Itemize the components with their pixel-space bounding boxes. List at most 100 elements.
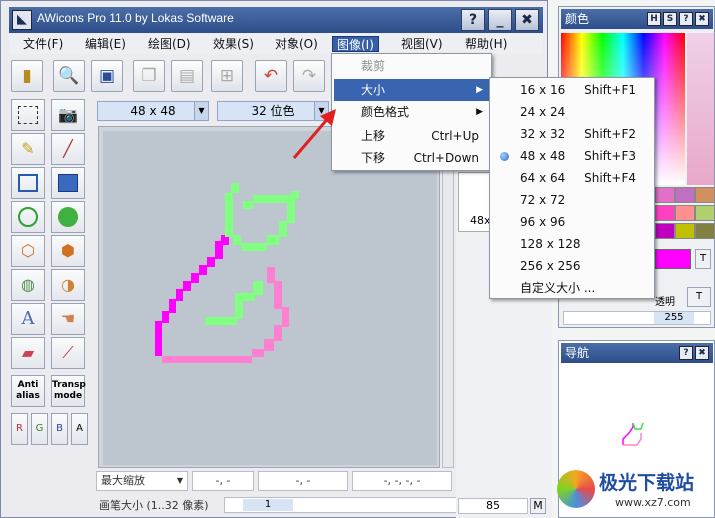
navigator-thumbnail — [622, 422, 644, 446]
eyedropper-icon[interactable]: ⟋ — [51, 337, 85, 369]
menu-edit[interactable]: 编辑(E) — [81, 36, 130, 52]
anti-alias-button[interactable]: Anti alias — [11, 375, 45, 407]
window-title: AWicons Pro 11.0 by Lokas Software — [37, 11, 234, 25]
menu-item-move-up[interactable]: 上移 Ctrl+Up — [334, 125, 489, 147]
menu-effects[interactable]: 效果(S) — [209, 36, 258, 52]
filled-ellipse-icon[interactable] — [51, 201, 85, 233]
swatch[interactable] — [675, 187, 695, 203]
preview-m-button[interactable]: M — [530, 498, 546, 514]
menu-file[interactable]: 文件(F) — [19, 36, 67, 52]
ellipse-icon[interactable] — [11, 201, 45, 233]
menu-item-size[interactable]: 大小 ▶ — [334, 79, 489, 101]
swatch[interactable] — [655, 205, 675, 221]
close-button[interactable]: ✖ — [515, 9, 539, 31]
nav-close-button[interactable]: ✖ — [695, 346, 709, 360]
app-icon: ◣ — [12, 10, 32, 30]
color-panel-header: 颜色 H S ? ✖ — [561, 9, 713, 29]
line-icon[interactable]: ╱ — [51, 133, 85, 165]
alpha-value: 255 — [654, 312, 694, 324]
size-custom[interactable]: 自定义大小 ... — [492, 277, 652, 299]
channel-a-button[interactable]: A — [71, 413, 88, 445]
opacity-label: 透明 — [655, 297, 675, 308]
watermark-text: 极光下载站 — [599, 472, 695, 494]
fill-icon[interactable]: ◍ — [11, 269, 45, 301]
swatch[interactable] — [655, 187, 675, 203]
swatch[interactable] — [675, 205, 695, 221]
canvas-vertical-scrollbar[interactable] — [442, 126, 454, 468]
copy-icon[interactable]: ❐ — [133, 60, 165, 92]
zoom-select[interactable]: 最大缩放 ▼ — [96, 471, 188, 491]
menu-item-move-down[interactable]: 下移 Ctrl+Down — [334, 147, 489, 169]
swatch[interactable] — [695, 187, 715, 203]
chevron-right-icon: ▶ — [476, 107, 483, 117]
radio-selected-icon — [500, 152, 509, 161]
tool-palette: 📷 ✎ ╱ ⬡ ⬢ ◍ ◑ A ☚ ▰ ⟋ Anti alias Transp … — [11, 99, 91, 449]
color-replace-icon[interactable]: ◑ — [51, 269, 85, 301]
swatch-button[interactable]: S — [663, 12, 677, 26]
color-close-button[interactable]: ✖ — [695, 12, 709, 26]
paste-icon[interactable]: ▤ — [171, 60, 203, 92]
minimize-button[interactable]: _ — [488, 9, 512, 31]
open-icon[interactable]: ▮ — [11, 60, 43, 92]
swatch[interactable] — [695, 223, 715, 239]
swatch[interactable] — [655, 223, 675, 239]
eraser-icon[interactable]: ▰ — [11, 337, 45, 369]
swatch[interactable] — [675, 223, 695, 239]
transparency-mode-button[interactable]: Transp mode — [51, 375, 86, 407]
menu-view[interactable]: 视图(V) — [397, 36, 447, 52]
size-96[interactable]: 96 x 96 — [492, 211, 652, 233]
hsv-button[interactable]: H — [647, 12, 661, 26]
chevron-down-icon: ▼ — [176, 476, 183, 485]
size-128[interactable]: 128 x 128 — [492, 233, 652, 255]
channel-b-button[interactable]: B — [51, 413, 68, 445]
size-72[interactable]: 72 x 72 — [492, 189, 652, 211]
preview-size-label: 48x — [470, 214, 491, 227]
current-color[interactable] — [655, 249, 691, 269]
rectangle-icon[interactable] — [11, 167, 45, 199]
watermark-logo-icon — [557, 470, 595, 508]
redo-icon[interactable]: ↷ — [293, 60, 325, 92]
help-button[interactable]: ? — [461, 9, 485, 31]
navigator-title: 导航 — [565, 346, 590, 360]
swatch[interactable] — [695, 205, 715, 221]
size-32[interactable]: 32 x 32 Shift+F2 — [492, 123, 652, 145]
transparent-toggle[interactable]: T — [695, 249, 711, 269]
menu-item-color-format[interactable]: 颜色格式 ▶ — [334, 101, 489, 123]
nav-help-button[interactable]: ? — [679, 346, 693, 360]
menu-image[interactable]: 图像(I) — [332, 36, 379, 52]
camera-icon[interactable]: 📷 — [51, 99, 85, 131]
size-48[interactable]: 48 x 48 Shift+F3 — [492, 145, 652, 167]
channel-g-button[interactable]: G — [31, 413, 48, 445]
color-side-strip[interactable] — [687, 33, 714, 185]
menu-object[interactable]: 对象(O) — [271, 36, 322, 52]
channel-r-button[interactable]: R — [11, 413, 28, 445]
text-icon[interactable]: A — [11, 303, 45, 335]
canvas-frame — [98, 126, 440, 468]
menu-draw[interactable]: 绘图(D) — [144, 36, 195, 52]
undo-icon[interactable]: ↶ — [255, 60, 287, 92]
new-icon[interactable]: ⊞ — [211, 60, 243, 92]
status-bar: 最大缩放 ▼ -, - -, - -, -, -, - 画笔大小 (1..32 像… — [96, 471, 544, 515]
color-help-button[interactable]: ? — [679, 12, 693, 26]
filled-polygon-icon[interactable]: ⬢ — [51, 235, 85, 267]
menu-item-crop[interactable]: 裁剪 — [334, 55, 489, 77]
size-24[interactable]: 24 x 24 — [492, 101, 652, 123]
hand-icon[interactable]: ☚ — [51, 303, 85, 335]
size-256[interactable]: 256 x 256 — [492, 255, 652, 277]
preview-value: 85 — [458, 498, 528, 514]
brush-size-value: 1 — [243, 499, 293, 511]
filled-rectangle-icon[interactable] — [51, 167, 85, 199]
save-icon[interactable]: ▣ — [91, 60, 123, 92]
select-tool-icon[interactable] — [11, 99, 45, 131]
pencil-icon[interactable]: ✎ — [11, 133, 45, 165]
opacity-t-button[interactable]: T — [687, 287, 711, 307]
image-size-select[interactable]: 48 x 48 ▼ — [97, 101, 209, 121]
menu-help[interactable]: 帮助(H) — [461, 36, 511, 52]
cat-pixel-art — [155, 183, 299, 363]
size-16[interactable]: 16 x 16 Shift+F1 — [492, 79, 652, 101]
zoom-icon[interactable]: 🔍 — [53, 60, 85, 92]
polygon-icon[interactable]: ⬡ — [11, 235, 45, 267]
drawing-canvas[interactable] — [103, 131, 437, 465]
alpha-slider[interactable]: 255 — [563, 311, 711, 325]
size-64[interactable]: 64 x 64 Shift+F4 — [492, 167, 652, 189]
